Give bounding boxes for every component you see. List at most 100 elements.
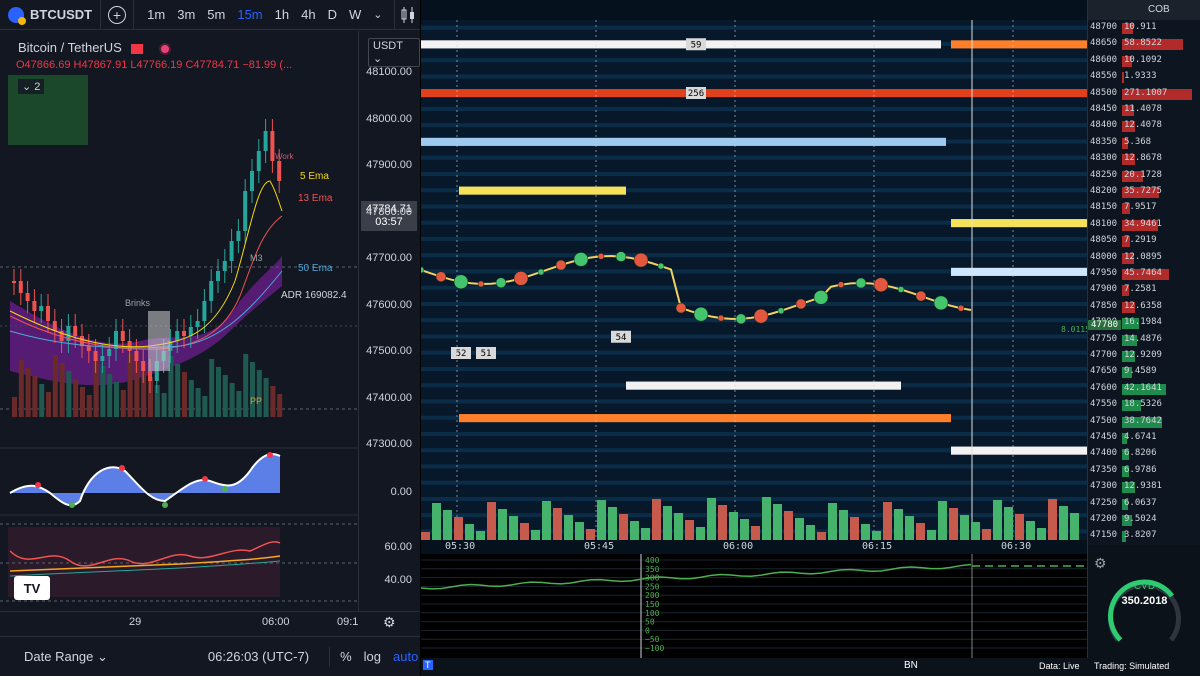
- ladder-row[interactable]: 48000 12.0895: [1090, 252, 1199, 265]
- heatmap-volume-bar: [718, 505, 727, 540]
- percent-toggle[interactable]: %: [340, 649, 352, 664]
- ladder-row[interactable]: 48500 271.1007: [1090, 88, 1199, 101]
- ladder-row[interactable]: 48450 11.4078: [1090, 104, 1199, 117]
- candle-body: [18, 281, 23, 293]
- ladder-row[interactable]: 48100 34.9461: [1090, 219, 1199, 232]
- trading-status: Trading: Simulated: [1094, 661, 1170, 671]
- liquidity-streak: [421, 399, 1087, 404]
- symbol-search-button[interactable]: BTCUSDT: [0, 0, 102, 30]
- ladder-size: 12.0895: [1124, 251, 1162, 262]
- flag-icon[interactable]: [131, 43, 144, 54]
- ladder-row[interactable]: 48700 10.911: [1090, 22, 1199, 35]
- volume-bar: [195, 388, 201, 417]
- heatmap-volume-bar: [784, 511, 793, 540]
- ohlc-close: C47784.71: [185, 59, 240, 71]
- ladder-row[interactable]: 47300 12.9381: [1090, 481, 1199, 494]
- ladder-row[interactable]: 47150 3.8207: [1090, 530, 1199, 543]
- ladder-row[interactable]: 48050 7.2919: [1090, 235, 1199, 248]
- price-axis[interactable]: 60.00 40.00 0.00 47784.71 03:57 48100.00…: [358, 31, 420, 611]
- ladder-row[interactable]: 48550 1.9333: [1090, 71, 1199, 84]
- cob-ladder[interactable]: COB 48700 10.911 48650 58.8522 48600 10.1092 4…: [1087, 0, 1200, 545]
- ladder-row[interactable]: 47350 6.9786: [1090, 465, 1199, 478]
- candlestick-type-icon[interactable]: [394, 0, 420, 30]
- candle-body: [222, 261, 227, 271]
- osc1-tick: 0.00: [390, 486, 412, 498]
- level-label: 54: [616, 333, 627, 343]
- heatmap-volume-bar: [454, 517, 463, 540]
- heatmap-volume-bar: [960, 515, 969, 540]
- timeframe-5m[interactable]: 5m: [201, 7, 231, 22]
- ladder-size: 5.368: [1124, 136, 1152, 147]
- candle-body: [12, 281, 16, 283]
- date-range-button[interactable]: Date Range ⌄: [24, 649, 108, 665]
- chevron-down-icon[interactable]: ⌄: [367, 8, 388, 21]
- orderbook-heatmap[interactable]: 592565251548.0115: [421, 20, 1087, 540]
- timeframe-1m[interactable]: 1m: [141, 7, 171, 22]
- liquidity-level: [459, 414, 951, 423]
- work-label: Work: [275, 152, 295, 161]
- compare-symbol-button[interactable]: +: [101, 0, 134, 30]
- currency-button[interactable]: USDT ⌄: [368, 38, 420, 67]
- clock-label[interactable]: 06:26:03 (UTC-7): [208, 649, 309, 664]
- timeframe-w[interactable]: W: [343, 7, 367, 22]
- heatmap-volume-bar: [872, 531, 881, 540]
- trade-bubble: [855, 277, 867, 289]
- liquidity-streak: [421, 366, 1087, 371]
- liquidity-streak: [421, 155, 1087, 160]
- cvd-tick: −50: [645, 635, 660, 644]
- ladder-row[interactable]: 48250 20.1728: [1090, 170, 1199, 183]
- ladder-row[interactable]: 47600 42.1641: [1090, 383, 1199, 396]
- ladder-row[interactable]: 47450 4.6741: [1090, 432, 1199, 445]
- trade-bubble: [615, 251, 627, 262]
- log-toggle[interactable]: log: [364, 649, 381, 664]
- ladder-row[interactable]: 48400 12.4078: [1090, 120, 1199, 133]
- candle-body: [263, 131, 268, 151]
- tradingview-logo[interactable]: TV: [14, 576, 50, 600]
- timeframe-15m[interactable]: 15m: [231, 7, 268, 22]
- current-price-marker: 8.0115: [1061, 325, 1087, 334]
- trade-bubble: [753, 308, 769, 324]
- trade-bubble: [657, 262, 665, 270]
- heatmap-volume-bar: [586, 529, 595, 540]
- time-tick: 06:00: [262, 616, 290, 628]
- heatmap-volume-bar: [542, 501, 551, 540]
- chart-legend[interactable]: Bitcoin / TetherUS: [18, 40, 172, 55]
- price-chart[interactable]: 5 Ema 13 Ema 50 Ema ADR 169082.4 M3 PP W…: [0, 31, 358, 611]
- ladder-row[interactable]: 48600 10.1092: [1090, 55, 1199, 68]
- ladder-size: 12.8678: [1124, 153, 1162, 164]
- ladder-row[interactable]: 48350 5.368: [1090, 137, 1199, 150]
- ladder-row[interactable]: 48150 7.9517: [1090, 202, 1199, 215]
- ladder-row[interactable]: 47700 12.9209: [1090, 350, 1199, 363]
- exchange-label[interactable]: BN: [904, 660, 918, 671]
- ladder-row[interactable]: 47200 9.5024: [1090, 514, 1199, 527]
- ladder-row[interactable]: 47550 18.5326: [1090, 399, 1199, 412]
- heatmap-volume-bar: [476, 531, 485, 540]
- heatmap-volume-bar: [1026, 521, 1035, 540]
- heatmap-time-tick: 06:30: [1001, 541, 1032, 552]
- timeframe-1h[interactable]: 1h: [269, 7, 295, 22]
- ladder-row[interactable]: 48200 35.7275: [1090, 186, 1199, 199]
- trade-bubble: [933, 295, 949, 311]
- ladder-row[interactable]: 47850 12.6358: [1090, 301, 1199, 314]
- indicators-collapse-button[interactable]: ⌄ 2: [18, 79, 45, 94]
- heatmap-time-tick: 06:00: [723, 541, 754, 552]
- ladder-row[interactable]: 47950 45.7464: [1090, 268, 1199, 281]
- timeframe-4h[interactable]: 4h: [295, 7, 321, 22]
- candle-body: [277, 161, 282, 181]
- ladder-row[interactable]: 48300 12.8678: [1090, 153, 1199, 166]
- gear-icon[interactable]: ⚙: [383, 614, 396, 631]
- ladder-row[interactable]: 47650 9.4589: [1090, 366, 1199, 379]
- ladder-row[interactable]: 47500 38.7642: [1090, 416, 1199, 429]
- ladder-row[interactable]: 47250 6.0637: [1090, 498, 1199, 511]
- ladder-price: 47350: [1090, 464, 1118, 475]
- ladder-row[interactable]: 47750 14.4876: [1090, 334, 1199, 347]
- ladder-row[interactable]: 47400 6.8206: [1090, 448, 1199, 461]
- timeframe-3m[interactable]: 3m: [171, 7, 201, 22]
- timeframe-d[interactable]: D: [322, 7, 343, 22]
- cvd-chart[interactable]: 400350300250200150100500−50−100: [421, 554, 1087, 658]
- time-axis[interactable]: 29 06:00 09:1 ⚙: [0, 611, 420, 635]
- ladder-row[interactable]: 48650 58.8522: [1090, 38, 1199, 51]
- auto-toggle[interactable]: auto: [393, 649, 418, 664]
- ladder-row[interactable]: 47900 7.2581: [1090, 284, 1199, 297]
- liquidity-level: [951, 267, 1087, 276]
